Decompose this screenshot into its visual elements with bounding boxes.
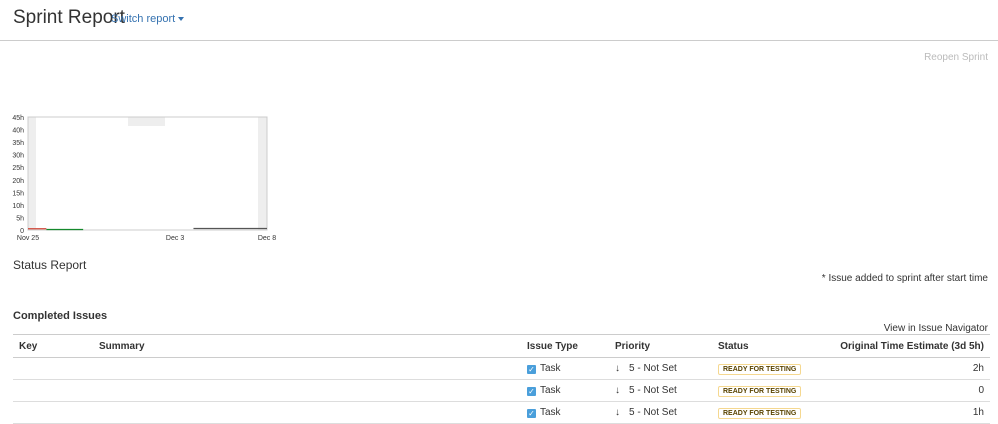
y-tick-label: 30h [12,153,24,160]
y-tick-label: 45h [12,115,24,122]
plot-frame [27,116,268,231]
priority-cell: ↓ 5 - Not Set [609,357,712,380]
arrow-down-icon: ↓ [615,363,620,374]
column-issue-type[interactable]: Issue Type [521,334,609,358]
priority-label: 5 - Not Set [629,385,677,396]
non-working-band [258,117,267,230]
status-cell: READY FOR TESTING [712,379,834,402]
y-tick-label: 35h [12,140,24,147]
table-row[interactable]: ✓ Task ↓ 5 - Not Set READY FOR TESTING 0 [13,379,990,402]
x-tick-label: Nov 25 [17,235,39,242]
issue-type-label: Task [540,385,561,396]
issue-type-label: Task [540,363,561,374]
table-header-row: Key Summary Issue Type Priority Status O… [13,334,990,358]
burndown-chart: 45h 40h 35h 30h 25h 20h 15h 10h 5h 0Nov 25 Dec 3 De… [12,115,276,242]
switch-report-link[interactable]: Switch report [111,13,185,25]
y-tick-label: 0 [20,228,24,235]
status-cell: READY FOR TESTING [712,357,834,380]
completed-issues-table: Key Summary Issue Type Priority Status O… [13,334,990,424]
checkbox-task-icon: ✓ [527,365,536,374]
column-key[interactable]: Key [13,334,93,358]
status-report-heading: Status Report [13,258,87,272]
y-tick-label: 5h [16,215,24,222]
y-tick-label: 20h [12,178,24,185]
table-row[interactable]: ✓ Task ↓ 5 - Not Set READY FOR TESTING 2h [13,357,990,380]
view-in-issue-navigator-link[interactable]: View in Issue Navigator [884,323,988,334]
priority-cell: ↓ 5 - Not Set [609,379,712,402]
switch-report-label[interactable]: Switch report [111,13,175,25]
status-badge: READY FOR TESTING [718,385,802,397]
page-title: Sprint Report [13,7,125,28]
issue-type-cell: ✓ Task [521,379,609,402]
arrow-down-icon: ↓ [615,407,620,418]
reopen-sprint-button[interactable]: Reopen Sprint [924,52,988,63]
x-tick-label: Dec 8 [258,235,276,242]
issue-summary [93,379,521,402]
column-status[interactable]: Status [712,334,834,358]
arrow-down-icon: ↓ [615,385,620,396]
column-estimate[interactable]: Original Time Estimate (3d 5h) [834,334,990,358]
issue-type-label: Task [540,407,561,418]
table-row[interactable]: ✓ Task ↓ 5 - Not Set READY FOR TESTING 1h [13,401,990,424]
issue-key[interactable] [13,357,93,380]
issue-type-cell: ✓ Task [521,357,609,380]
issue-summary [93,401,521,424]
column-summary[interactable]: Summary [93,334,521,358]
issue-summary [93,357,521,380]
y-tick-label: 10h [12,203,24,210]
estimate-cell: 2h [834,357,990,380]
x-tick-label: Dec 3 [166,235,184,242]
caret-down-icon[interactable] [178,17,185,22]
checkbox-task-icon: ✓ [527,409,536,418]
status-badge: READY FOR TESTING [718,407,802,419]
issue-key[interactable] [13,379,93,402]
priority-label: 5 - Not Set [629,363,677,374]
non-working-band [128,117,165,126]
priority-label: 5 - Not Set [629,407,677,418]
page-header: Sprint Report Switch report [0,0,998,41]
non-working-band [28,117,36,230]
status-badge: READY FOR TESTING [718,363,802,375]
checkbox-task-icon: ✓ [527,387,536,396]
issue-type-cell: ✓ Task [521,401,609,424]
y-tick-label: 25h [12,165,24,172]
estimate-cell: 0 [834,379,990,402]
y-tick-label: 15h [12,190,24,197]
late-added-note: * Issue added to sprint after start time [821,273,988,284]
issue-key[interactable] [13,401,93,424]
y-tick-label: 40h [12,128,24,135]
completed-issues-heading: Completed Issues [13,310,108,322]
status-cell: READY FOR TESTING [712,401,834,424]
column-priority[interactable]: Priority [609,334,712,358]
priority-cell: ↓ 5 - Not Set [609,401,712,424]
estimate-cell: 1h [834,401,990,424]
